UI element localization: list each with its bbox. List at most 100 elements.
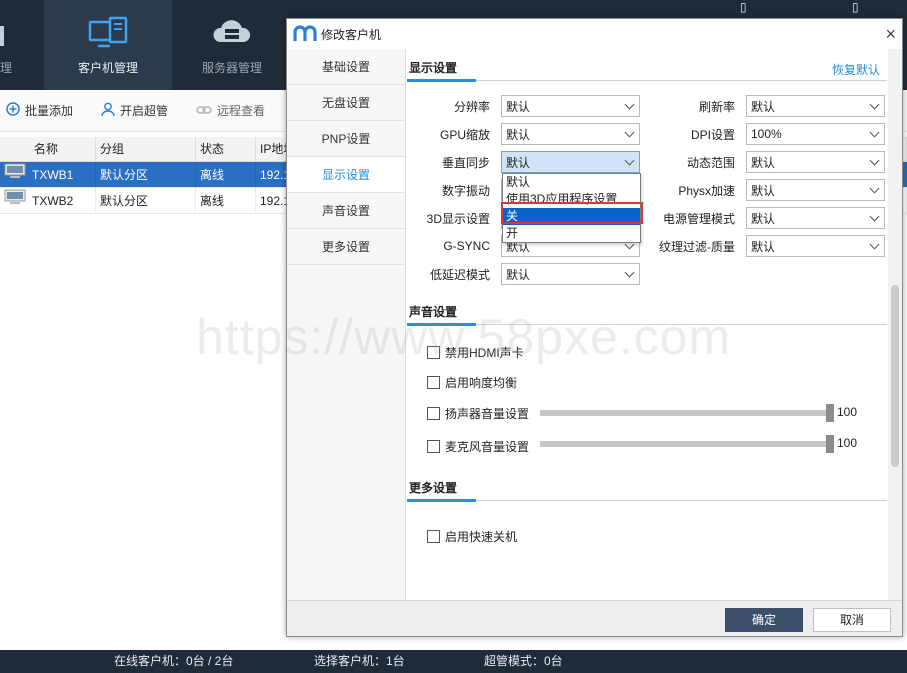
- dialog-title-bar: 修改客户机 ×: [287, 19, 902, 49]
- gpu-scaling-select[interactable]: 默认: [501, 123, 640, 145]
- field-label: 刷新率: [698, 99, 735, 114]
- field-label: 3D显示设置: [426, 211, 490, 226]
- status-bar: 在线客户机：0台 / 2台 选择客户机：1台 超管模式：0台: [0, 650, 907, 673]
- checkbox[interactable]: [427, 406, 440, 420]
- super-mode-status: 超管模式：0台: [484, 654, 563, 668]
- online-clients-status: 在线客户机：0台 / 2台: [114, 654, 234, 668]
- select-value: 默认: [751, 99, 776, 114]
- enable-super-button[interactable]: 开启超管: [101, 102, 168, 120]
- dialog-title: 修改客户机: [321, 27, 382, 42]
- physx-select[interactable]: 默认: [746, 179, 885, 201]
- remote-view-button[interactable]: 远程查看: [196, 102, 265, 119]
- field-label: Physx加速: [678, 183, 735, 198]
- tab-display-settings[interactable]: 显示设置: [287, 157, 405, 193]
- mic-volume-value: 100: [837, 436, 858, 450]
- restore-default-link[interactable]: 恢复默认: [832, 61, 880, 78]
- select-value: 100%: [751, 127, 782, 141]
- row-name-cell: TXWB1: [0, 162, 96, 187]
- loudness-eq-checkbox-row[interactable]: 启用响度均衡: [427, 373, 517, 391]
- checkbox-label: 启用快速关机: [445, 529, 518, 544]
- scrollbar-thumb[interactable]: [891, 285, 899, 467]
- batch-add-label: 批量添加: [25, 104, 74, 118]
- field-texture-filter: 纹理过滤-质量 默认: [626, 235, 885, 257]
- speaker-volume-slider[interactable]: [540, 404, 834, 422]
- selected-clients-status: 选择客户机：1台: [314, 654, 405, 668]
- field-label: G-SYNC: [443, 239, 490, 253]
- add-circle-icon: [6, 102, 20, 119]
- field-label: 数字振动: [441, 183, 490, 198]
- row-state: 离线: [196, 188, 256, 213]
- vsync-select[interactable]: 默认: [501, 151, 640, 173]
- tab-more-settings[interactable]: 更多设置: [287, 229, 405, 265]
- chevron-down-icon: [869, 155, 880, 165]
- field-physx: Physx加速 默认: [626, 179, 885, 201]
- section-underline: [407, 79, 476, 82]
- chevron-down-icon: [869, 211, 880, 221]
- section-underline: [407, 323, 476, 326]
- batch-add-button[interactable]: 批量添加: [6, 102, 73, 119]
- disable-hdmi-checkbox-row[interactable]: 禁用HDMI声卡: [427, 343, 524, 361]
- remote-view-label: 远程查看: [217, 104, 266, 118]
- field-refresh-rate: 刷新率 默认: [626, 95, 885, 117]
- field-label: DPI设置: [690, 127, 735, 142]
- slider-handle[interactable]: [826, 435, 834, 453]
- checkbox-label: 麦克风音量设置: [445, 439, 530, 454]
- checkbox[interactable]: [427, 375, 440, 389]
- checkbox[interactable]: [427, 345, 440, 359]
- nav-item-management[interactable]: 理: [0, 0, 44, 90]
- highlight-box: [501, 202, 643, 224]
- slider-handle[interactable]: [826, 404, 834, 422]
- ok-button[interactable]: 确定: [725, 608, 803, 632]
- tab-sound-settings[interactable]: 声音设置: [287, 193, 405, 229]
- power-mode-select[interactable]: 默认: [746, 207, 885, 229]
- fast-shutdown-checkbox-row[interactable]: 启用快速关机: [427, 527, 517, 545]
- speaker-volume-checkbox-row[interactable]: 扬声器音量设置: [427, 404, 529, 422]
- dropdown-option[interactable]: 开: [503, 225, 640, 242]
- resolution-select[interactable]: 默认: [501, 95, 640, 117]
- column-header-name[interactable]: 名称: [0, 137, 96, 161]
- select-value: 默认: [506, 99, 531, 114]
- field-label: 垂直同步: [441, 155, 490, 170]
- field-label: 纹理过滤-质量: [659, 239, 735, 254]
- nav-item-client-management[interactable]: 客户机管理: [44, 0, 172, 90]
- mic-volume-slider[interactable]: [540, 435, 834, 453]
- nav-item-label: 客户机管理: [77, 61, 138, 75]
- dropdown-option[interactable]: 默认: [503, 174, 640, 191]
- field-vsync: 垂直同步 默认: [417, 151, 640, 173]
- column-header-group[interactable]: 分组: [96, 137, 196, 161]
- cancel-button[interactable]: 取消: [813, 608, 891, 632]
- select-value: 默认: [506, 127, 531, 142]
- settings-sidebar: 基础设置 无盘设置 PNP设置 显示设置 声音设置 更多设置: [287, 49, 406, 600]
- low-latency-select[interactable]: 默认: [501, 263, 640, 285]
- maximize-button[interactable]: ▯: [852, 0, 859, 14]
- field-gpu-scaling: GPU缩放 默认: [417, 123, 640, 145]
- checkbox[interactable]: [427, 439, 440, 453]
- tab-basic-settings[interactable]: 基础设置: [287, 49, 405, 85]
- close-icon[interactable]: ×: [885, 25, 896, 43]
- management-icon: [0, 24, 10, 51]
- nav-item-server-management[interactable]: 服务器管理: [172, 0, 292, 90]
- texture-filter-select[interactable]: 默认: [746, 235, 885, 257]
- speaker-volume-value: 100: [837, 405, 858, 419]
- enable-super-label: 开启超管: [120, 104, 169, 118]
- link-icon: [196, 104, 212, 118]
- display-section-header: 显示设置: [407, 55, 887, 82]
- refresh-rate-select[interactable]: 默认: [746, 95, 885, 117]
- tab-pnp-settings[interactable]: PNP设置: [287, 121, 405, 157]
- tab-diskless-settings[interactable]: 无盘设置: [287, 85, 405, 121]
- dynamic-range-select[interactable]: 默认: [746, 151, 885, 173]
- vertical-scrollbar[interactable]: [888, 49, 902, 600]
- chevron-down-icon: [869, 183, 880, 193]
- mic-volume-checkbox-row[interactable]: 麦克风音量设置: [427, 437, 529, 455]
- field-low-latency: 低延迟模式 默认: [417, 263, 640, 285]
- field-label: 低延迟模式: [429, 267, 490, 282]
- field-label: 动态范围: [686, 155, 735, 170]
- column-header-state[interactable]: 状态: [196, 137, 256, 161]
- field-label: 分辨率: [453, 99, 490, 114]
- select-value: 默认: [751, 183, 776, 198]
- select-value: 默认: [506, 267, 531, 282]
- dpi-select[interactable]: 100%: [746, 123, 885, 145]
- checkbox[interactable]: [427, 529, 440, 543]
- minimize-button[interactable]: ▯: [740, 0, 747, 14]
- row-name: TXWB2: [32, 193, 74, 208]
